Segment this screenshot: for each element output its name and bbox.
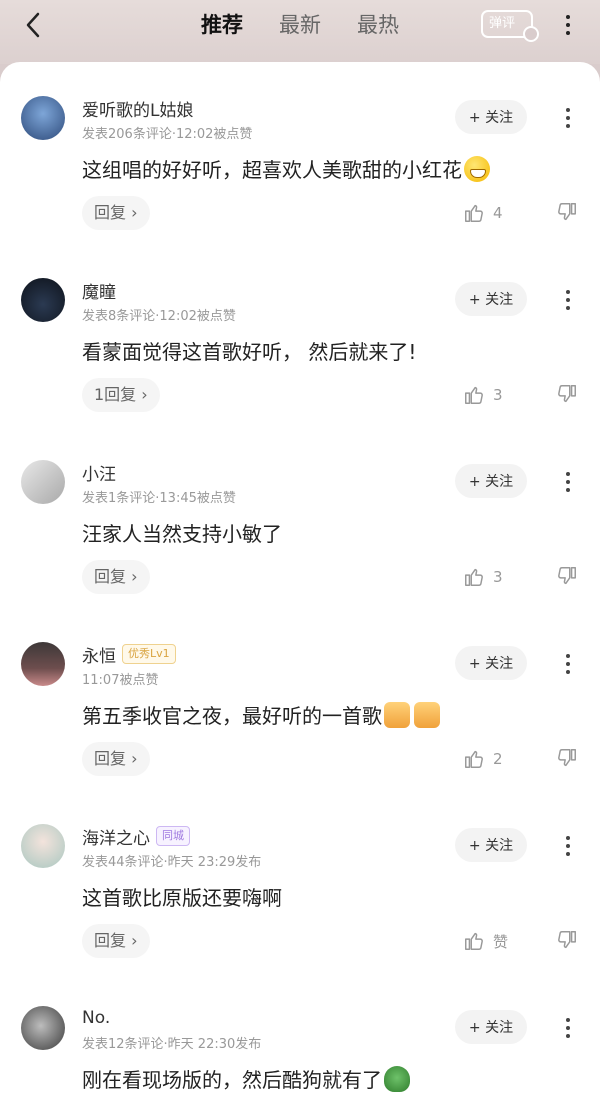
follow-button[interactable]: + 关注 (455, 282, 527, 316)
reply-button[interactable]: 回复 › (82, 924, 150, 958)
turtle-emoji-icon (384, 1066, 410, 1092)
thumbs-up-icon (465, 204, 483, 222)
tab-recommend[interactable]: 推荐 (201, 8, 243, 42)
more-options-icon[interactable] (556, 10, 580, 40)
comment-meta: 11:07被点赞 (82, 673, 159, 688)
thumbs-down-icon (558, 385, 576, 403)
thumbs-down-icon (558, 567, 576, 585)
comment-text: 看蒙面觉得这首歌好听， 然后就来了! (82, 340, 417, 364)
more-options-icon[interactable] (558, 286, 578, 314)
comment-text: 刚在看现场版的，然后酷狗就有了 (82, 1066, 562, 1094)
username[interactable]: 魔瞳 (82, 278, 116, 303)
more-options-icon[interactable] (558, 468, 578, 496)
avatar[interactable] (21, 96, 65, 140)
top-bar: 推荐 最新 最热 弹评 (0, 0, 600, 64)
comment-meta: 发表1条评论·13:45被点赞 (82, 491, 236, 506)
like-count: 3 (493, 386, 503, 404)
comment-item: 爱听歌的L姑娘 发表206条评论·12:02被点赞 + 关注 这组唱的好好听，超… (0, 62, 600, 244)
comment-text: 这首歌比原版还要嗨啊 (82, 886, 282, 910)
comment-item: 海洋之心 同城 发表44条评论·昨天 23:29发布 + 关注 这首歌比原版还要… (0, 790, 600, 972)
comment-text: 这组唱的好好听，超喜欢人美歌甜的小红花 (82, 156, 562, 184)
more-options-icon[interactable] (558, 1014, 578, 1042)
like-count: 赞 (493, 932, 509, 951)
dislike-button[interactable] (556, 929, 580, 953)
like-count: 3 (493, 568, 503, 586)
comment-item: 魔瞳 发表8条评论·12:02被点赞 + 关注 看蒙面觉得这首歌好听， 然后就来… (0, 244, 600, 426)
follow-button[interactable]: + 关注 (455, 646, 527, 680)
location-badge: 同城 (156, 826, 190, 846)
follow-button[interactable]: + 关注 (455, 464, 527, 498)
like-count: 4 (493, 204, 503, 222)
dislike-button[interactable] (556, 565, 580, 589)
avatar[interactable] (21, 1006, 65, 1050)
dislike-button[interactable] (556, 747, 580, 771)
like-button[interactable]: 3 (463, 383, 503, 407)
thumb-emoji-icon (384, 702, 410, 728)
username[interactable]: 永恒 (82, 642, 116, 667)
username[interactable]: 爱听歌的L姑娘 (82, 96, 193, 121)
avatar[interactable] (21, 824, 65, 868)
thumbs-up-icon (465, 386, 483, 404)
comment-item: 永恒 优秀Lv1 11:07被点赞 + 关注 第五季收官之夜，最好听的一首歌 回… (0, 608, 600, 790)
thumbs-down-icon (558, 931, 576, 949)
thumbs-up-icon (465, 568, 483, 586)
dislike-button[interactable] (556, 383, 580, 407)
grin-emoji-icon (464, 156, 490, 182)
like-button[interactable]: 赞 (463, 929, 508, 953)
comment-list: 爱听歌的L姑娘 发表206条评论·12:02被点赞 + 关注 这组唱的好好听，超… (0, 62, 600, 1108)
comment-meta: 发表44条评论·昨天 23:29发布 (82, 855, 262, 870)
dislike-button[interactable] (556, 201, 580, 225)
comment-meta: 发表12条评论·昨天 22:30发布 (82, 1037, 262, 1052)
more-options-icon[interactable] (558, 832, 578, 860)
like-count: 2 (493, 750, 503, 768)
level-badge: 优秀Lv1 (122, 644, 176, 664)
follow-button[interactable]: + 关注 (455, 1010, 527, 1044)
danping-label: 弹评 (489, 16, 516, 31)
check-icon (523, 26, 539, 42)
comment-text: 第五季收官之夜，最好听的一首歌 (82, 702, 562, 730)
like-button[interactable]: 2 (463, 747, 503, 771)
avatar[interactable] (21, 642, 65, 686)
comment-text: 汪家人当然支持小敏了 (82, 522, 282, 546)
comment-item: No. 发表12条评论·昨天 22:30发布 + 关注 刚在看现场版的，然后酷狗… (0, 972, 600, 1108)
comment-item: 小汪 发表1条评论·13:45被点赞 + 关注 汪家人当然支持小敏了 回复 › … (0, 426, 600, 608)
like-button[interactable]: 4 (463, 201, 503, 225)
tab-latest[interactable]: 最新 (279, 8, 321, 42)
more-options-icon[interactable] (558, 104, 578, 132)
reply-button[interactable]: 回复 › (82, 196, 150, 230)
follow-button[interactable]: + 关注 (455, 100, 527, 134)
avatar[interactable] (21, 460, 65, 504)
thumbs-down-icon (558, 749, 576, 767)
more-options-icon[interactable] (558, 650, 578, 678)
reply-button[interactable]: 回复 › (82, 560, 150, 594)
like-button[interactable]: 3 (463, 565, 503, 589)
thumbs-down-icon (558, 203, 576, 221)
username[interactable]: 小汪 (82, 460, 116, 485)
avatar[interactable] (21, 278, 65, 322)
thumbs-up-icon (465, 932, 483, 950)
username[interactable]: 海洋之心 (82, 824, 150, 849)
thumbs-up-icon (465, 750, 483, 768)
thumb-emoji-icon (414, 702, 440, 728)
follow-button[interactable]: + 关注 (455, 828, 527, 862)
tab-hottest[interactable]: 最热 (357, 8, 399, 42)
reply-button[interactable]: 回复 › (82, 742, 150, 776)
danping-toggle-button[interactable]: 弹评 (481, 10, 539, 42)
comment-meta: 发表8条评论·12:02被点赞 (82, 309, 236, 324)
username[interactable]: No. (82, 1008, 110, 1028)
reply-button[interactable]: 1回复 › (82, 378, 160, 412)
comment-meta: 发表206条评论·12:02被点赞 (82, 127, 253, 142)
